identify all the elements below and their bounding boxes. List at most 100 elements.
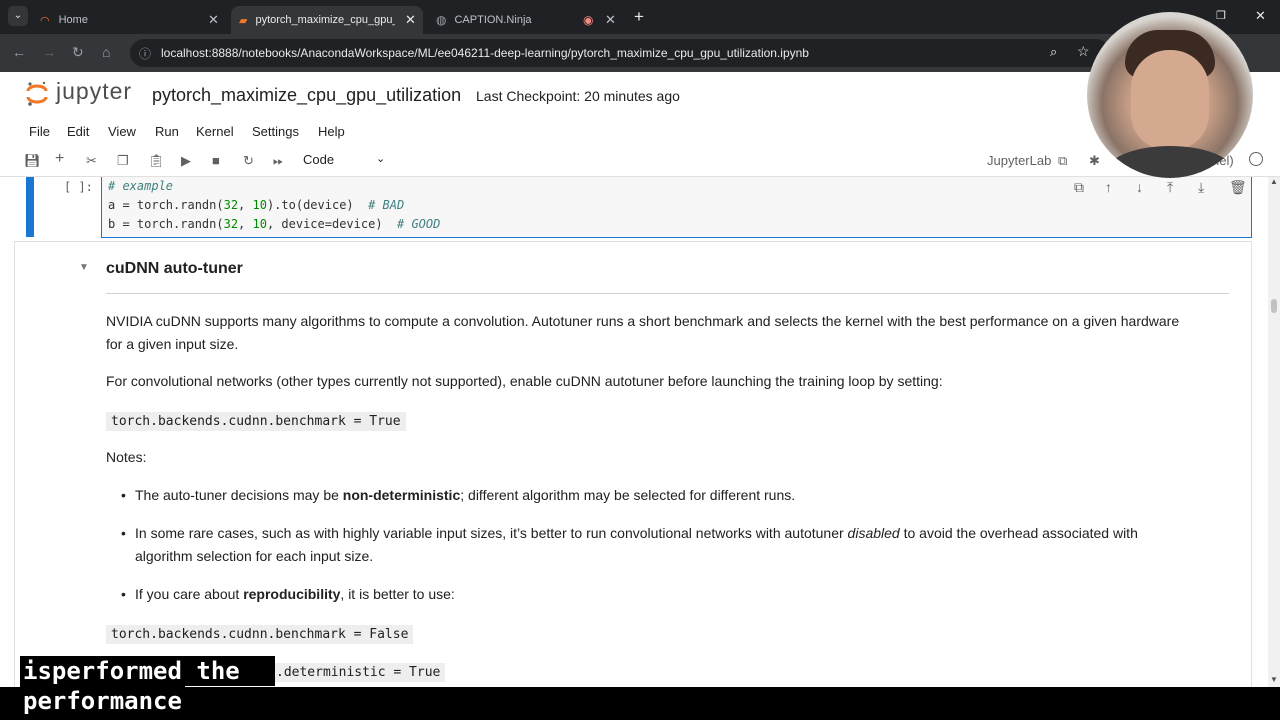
code-cell-editor[interactable]: # example a = torch.randn(32, 10).to(dev… — [101, 177, 1252, 238]
menu-settings[interactable]: Settings — [252, 124, 299, 139]
cell-type-select[interactable]: Code ⌄ — [303, 152, 389, 170]
cell-type-value: Code — [303, 152, 335, 167]
browser-tab-strip: ⌄ ◠ Home ✕ ▰ pytorch_maximize_cpu_gpu_ut… — [0, 0, 1280, 34]
paste-icon[interactable]: 📋︎ — [148, 153, 165, 169]
move-up-icon[interactable]: ↑ — [1105, 179, 1112, 195]
code-line-1: # example — [108, 179, 173, 193]
close-icon[interactable]: ✕ — [208, 12, 219, 28]
menu-run[interactable]: Run — [155, 124, 179, 139]
notebook-panel[interactable]: [ ]: # example a = torch.randn(32, 10).t… — [0, 177, 1268, 687]
paragraph: For convolutional networks (other types … — [106, 373, 943, 389]
bullet-icon: • — [121, 586, 126, 602]
bookmark-star-icon[interactable]: ☆ — [1077, 43, 1090, 60]
checkpoint-status: Last Checkpoint: 20 minutes ago — [476, 88, 680, 104]
run-icon[interactable]: ▶ — [181, 153, 191, 169]
close-icon[interactable]: ✕ — [405, 12, 416, 28]
heading-rule — [106, 293, 1229, 294]
insert-above-icon[interactable]: ⤒ — [1167, 179, 1173, 196]
close-window-icon[interactable]: ✕ — [1255, 8, 1266, 24]
tab-notebook[interactable]: ▰ pytorch_maximize_cpu_gpu_uti ✕ — [231, 6, 423, 34]
duplicate-cell-icon[interactable]: ⧉ — [1074, 179, 1084, 196]
notebook-favicon-icon: ▰ — [239, 14, 248, 27]
code-text: torch.backends.cudnn.benchmark = True — [106, 412, 406, 431]
execution-prompt: [ ]: — [64, 180, 93, 194]
bullet-item-continued: algorithm selection for each input size. — [135, 548, 374, 564]
tab-search-button[interactable]: ⌄ — [8, 6, 28, 26]
new-tab-button[interactable]: + — [634, 7, 644, 27]
external-link-icon: ⧉ — [1057, 153, 1068, 168]
bullet-text: In some rare cases, such as with highly … — [135, 525, 848, 541]
bullet-bold: reproducibility — [243, 586, 341, 602]
code-text: , — [238, 217, 253, 231]
markdown-cell[interactable]: ▼ cuDNN auto-tuner NVIDIA cuDNN supports… — [14, 241, 1252, 687]
markdown-heading: cuDNN auto-tuner — [106, 260, 243, 277]
jupyterlab-link[interactable]: JupyterLab ⧉ — [987, 153, 1067, 169]
menu-edit[interactable]: Edit — [67, 124, 89, 139]
bullet-item: In some rare cases, such as with highly … — [135, 522, 1138, 545]
copy-icon[interactable]: ❐ — [117, 153, 129, 169]
jupyter-favicon-icon: ◠ — [40, 14, 50, 27]
presenter-shoulders — [1107, 146, 1233, 178]
notebook-title[interactable]: pytorch_maximize_cpu_gpu_utilization — [152, 85, 461, 106]
forward-icon[interactable]: → — [42, 44, 56, 60]
menu-kernel[interactable]: Kernel — [196, 124, 234, 139]
code-number: 10 — [252, 198, 267, 212]
menu-bar: File Edit View Run Kernel Settings Help — [0, 118, 1280, 146]
collapse-caret-icon[interactable]: ▼ — [79, 262, 89, 273]
code-line-3: b = torch.randn(32, 10, device=device) #… — [108, 217, 440, 231]
presenter-face — [1131, 50, 1209, 150]
bullet-icon: • — [121, 525, 126, 541]
scrollbar-thumb[interactable] — [1271, 299, 1277, 313]
jupyter-logo-text: jupyter — [56, 78, 133, 104]
paragraph-line: for a given input size. — [106, 336, 239, 352]
cut-icon[interactable]: ✂ — [86, 153, 97, 169]
code-text: torch.backends.cudnn.benchmark = False — [106, 625, 414, 644]
caption-line: isperformed the — [20, 656, 275, 686]
interrupt-icon[interactable]: ■ — [212, 153, 220, 168]
address-bar-row: ← → ↻ ⌂ ⓘ localhost:8888/notebooks/Anaco… — [0, 34, 1280, 72]
tab-home[interactable]: ◠ Home ✕ — [34, 6, 226, 34]
move-down-icon[interactable]: ↓ — [1136, 179, 1143, 195]
close-icon[interactable]: ✕ — [605, 12, 616, 28]
menu-view[interactable]: View — [108, 124, 136, 139]
tab-caption-ninja[interactable]: ◍ CAPTION.Ninja ◉ ✕ — [428, 6, 620, 34]
run-all-icon[interactable]: ⏩︎ — [273, 153, 283, 169]
menu-file[interactable]: File — [29, 124, 50, 139]
restart-icon[interactable]: ↻ — [243, 153, 254, 169]
code-number: 32 — [223, 217, 239, 231]
notebook-toolbar: 💾︎ + ✂ ❐ 📋︎ ▶ ■ ↻ ⏩︎ Code ⌄ JupyterLab ⧉… — [0, 146, 1280, 177]
caption-overlay: isperformed the performance — [20, 656, 275, 716]
delete-cell-icon[interactable]: 🗑︎ — [1229, 179, 1247, 196]
code-text-partial: .deterministic = True — [276, 665, 441, 680]
bullet-text: , it is better to use: — [340, 586, 455, 602]
insert-below-icon[interactable]: ⤓ — [1198, 179, 1204, 196]
inline-code-block: torch.backends.cudnn.benchmark = True — [106, 409, 406, 433]
paragraph-line: NVIDIA cuDNN supports many algorithms to… — [106, 313, 1180, 329]
debugger-icon[interactable]: ✱ — [1089, 153, 1100, 169]
bullet-text: The auto-tuner decisions may be — [135, 487, 343, 503]
omnibox[interactable]: ⓘ localhost:8888/notebooks/AnacondaWorks… — [130, 39, 1110, 67]
insert-cell-icon[interactable]: + — [55, 150, 64, 168]
save-icon[interactable]: 💾︎ — [24, 153, 41, 169]
jupyter-logo-icon[interactable] — [26, 80, 48, 108]
back-icon[interactable]: ← — [12, 44, 26, 60]
site-info-icon[interactable]: ⓘ — [139, 45, 151, 62]
home-icon[interactable]: ⌂ — [102, 44, 110, 60]
reload-icon[interactable]: ↻ — [72, 44, 84, 61]
scroll-down-icon[interactable]: ▼ — [1270, 675, 1278, 684]
webcam-overlay — [1087, 12, 1253, 178]
code-number: 32 — [223, 198, 239, 212]
zoom-icon[interactable]: ⌕ — [1050, 44, 1057, 60]
menu-help[interactable]: Help — [318, 124, 345, 139]
bullet-emphasis: disabled — [847, 525, 900, 541]
scroll-up-icon[interactable]: ▲ — [1270, 177, 1278, 186]
restore-window-icon[interactable]: ❐ — [1216, 9, 1226, 22]
tab-label: pytorch_maximize_cpu_gpu_uti — [255, 14, 396, 26]
globe-icon: ◍ — [436, 13, 447, 27]
tab-label: CAPTION.Ninja — [454, 14, 532, 26]
chevron-down-icon: ⌄ — [376, 153, 386, 165]
bullet-item: If you care about reproducibility, it is… — [135, 583, 455, 606]
code-line-2: a = torch.randn(32, 10).to(device) # BAD — [108, 198, 404, 212]
vertical-scrollbar[interactable]: ▲ ▼ — [1268, 177, 1280, 687]
kernel-status-icon — [1249, 152, 1263, 166]
